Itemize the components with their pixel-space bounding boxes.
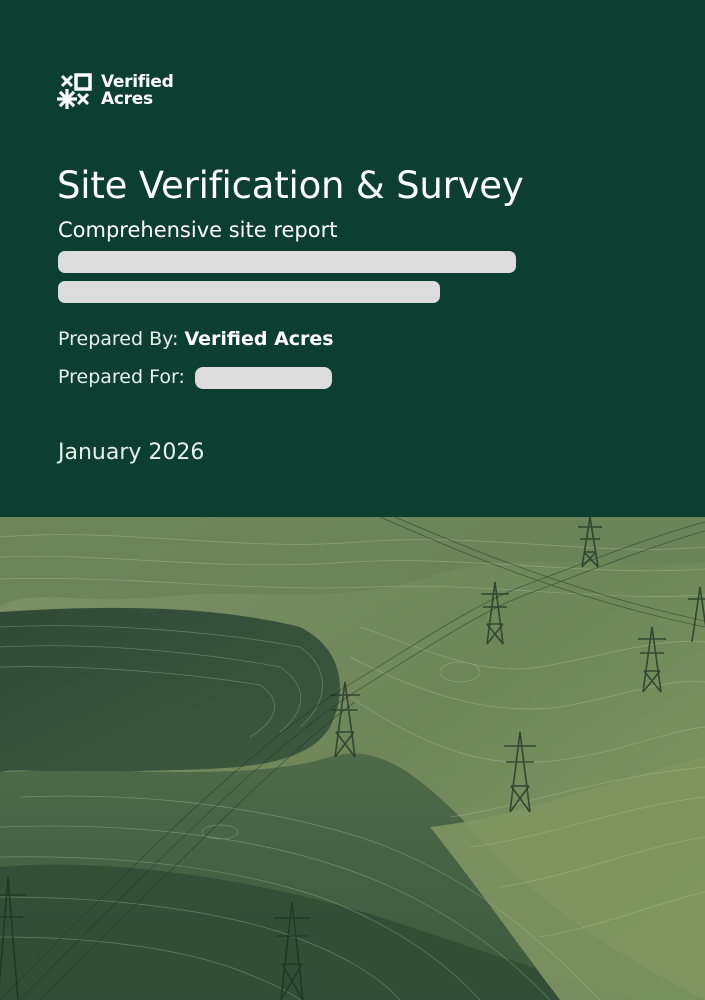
prepared-for-label: Prepared For: <box>58 366 185 388</box>
report-subtitle: Comprehensive site report <box>58 218 338 242</box>
cover-header: Verified Acres Site Verification & Surve… <box>0 0 705 517</box>
brand-name-line2: Acres <box>101 89 153 109</box>
redacted-line-1 <box>58 251 516 273</box>
prepared-for-redacted-value <box>194 366 332 389</box>
report-date: January 2026 <box>58 440 205 465</box>
brand-name: Verified Acres <box>101 74 174 108</box>
prepared-by-label: Prepared By: <box>58 328 179 350</box>
brand-logo: Verified Acres <box>57 73 174 109</box>
prepared-for: Prepared For: <box>58 366 332 389</box>
report-title: Site Verification & Survey <box>57 164 524 207</box>
aerial-landscape-image <box>0 517 705 1000</box>
redacted-line-2 <box>58 281 440 303</box>
prepared-by-value: Verified Acres <box>184 328 334 350</box>
prepared-by: Prepared By: Verified Acres <box>58 328 334 350</box>
verified-acres-logo-icon <box>57 73 92 109</box>
